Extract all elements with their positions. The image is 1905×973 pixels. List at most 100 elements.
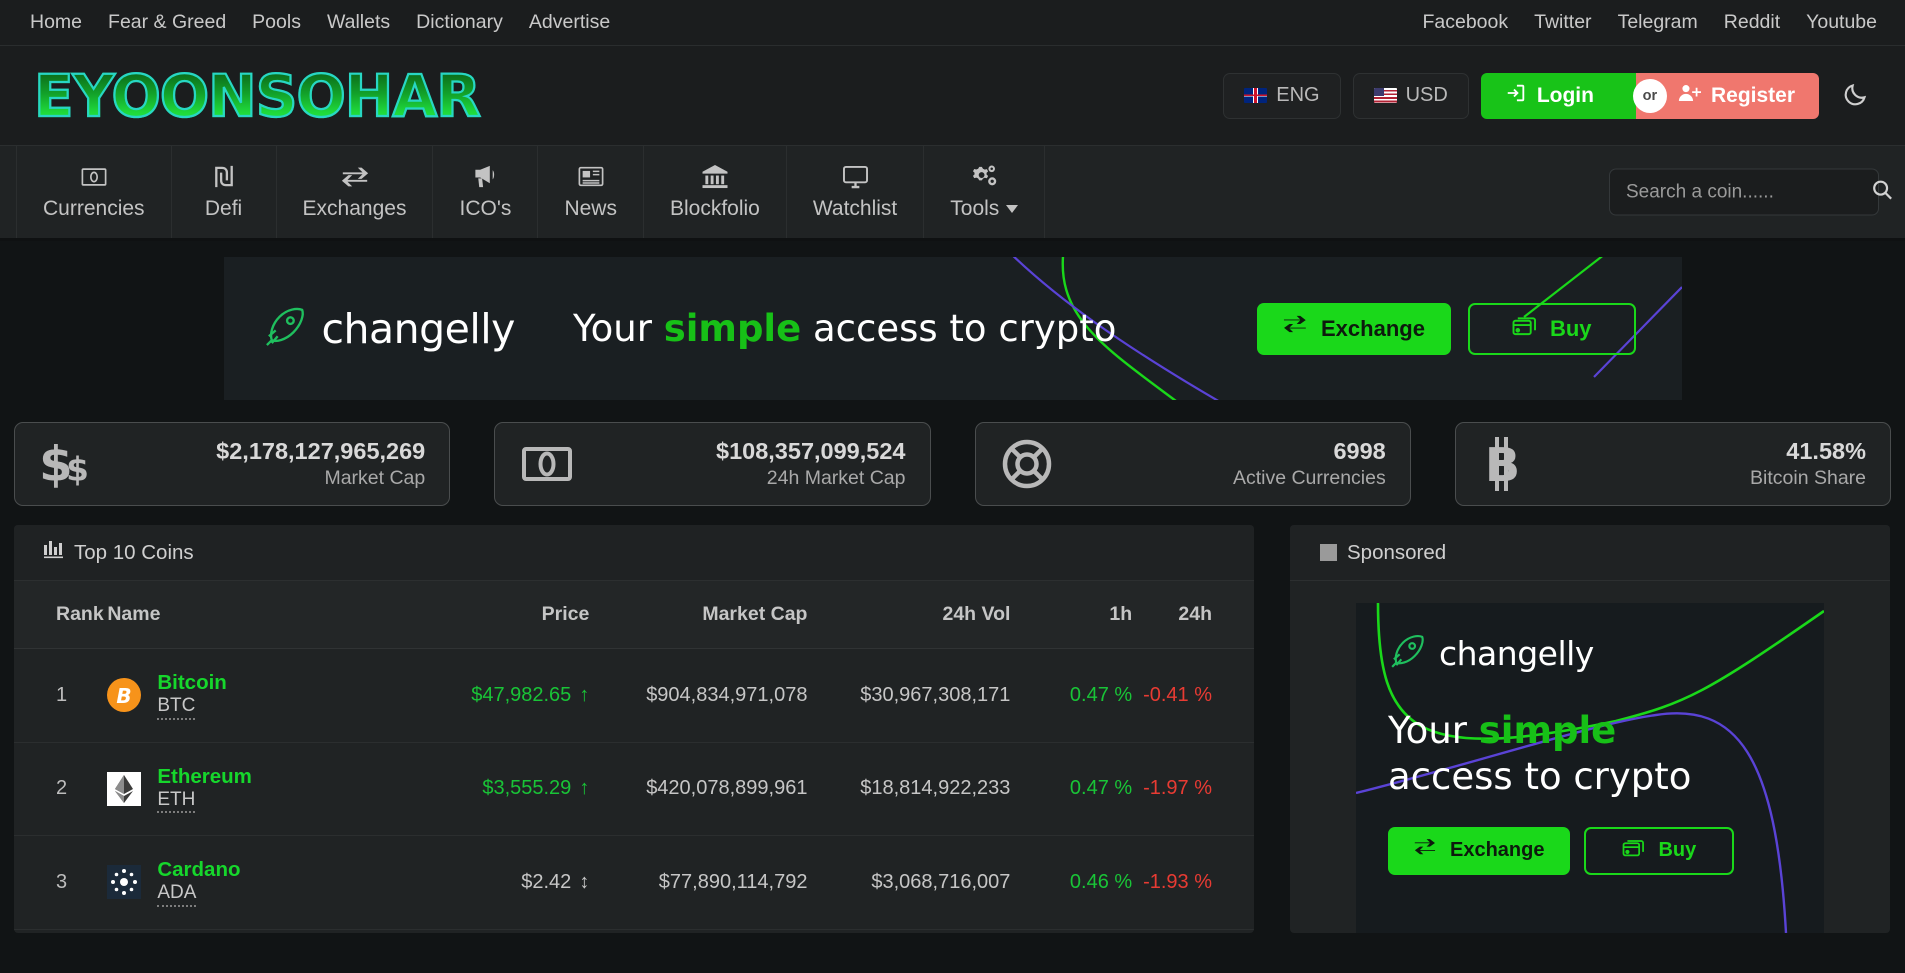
- column-header-rank[interactable]: Rank: [14, 581, 108, 649]
- social-link-facebook[interactable]: Facebook: [1422, 11, 1521, 34]
- cell-price: $3,555.29 ↑: [412, 742, 589, 836]
- search-input[interactable]: [1626, 181, 1871, 203]
- coin-name[interactable]: Ethereum: [157, 765, 252, 789]
- money-bill-icon: [521, 443, 573, 485]
- ad-tagline-accent: simple: [1478, 709, 1617, 752]
- coin-symbol: BTC: [157, 695, 196, 720]
- square-icon: [1320, 544, 1337, 561]
- banner-buy-button[interactable]: Buy: [1467, 302, 1636, 355]
- table-row[interactable]: 2 Ethereum ETH $3,555.29 ↑ $420,078,899,…: [14, 742, 1254, 836]
- top-link-fear-greed[interactable]: Fear & Greed: [95, 11, 239, 34]
- changelly-banner[interactable]: changelly Your simple access to crypto E…: [223, 257, 1682, 400]
- social-link-twitter[interactable]: Twitter: [1521, 11, 1604, 34]
- social-link-telegram[interactable]: Telegram: [1605, 11, 1711, 34]
- ad-tagline: Your simple access to crypto: [1388, 708, 1792, 801]
- nav-item-currencies[interactable]: Currencies: [16, 146, 172, 238]
- column-header-24h-vol[interactable]: 24h Vol: [807, 581, 1011, 649]
- cell-change-1h: 0.46 %: [1069, 870, 1133, 893]
- ad-buttons: Exchange Buy: [1388, 826, 1792, 875]
- coin-name[interactable]: Cardano: [157, 858, 240, 882]
- top-link-dictionary[interactable]: Dictionary: [403, 11, 516, 34]
- stat-value-bitcoin-share: 41.58%: [1786, 437, 1866, 464]
- nav-item-watchlist[interactable]: Watchlist: [787, 146, 925, 238]
- cell-market-cap: $420,078,899,961: [646, 777, 808, 800]
- or-separator: or: [1632, 78, 1667, 113]
- site-header: EYOONSOHAR ENG USD Login or Register: [0, 46, 1905, 145]
- ad-buy-button[interactable]: Buy: [1584, 826, 1735, 875]
- coin-symbol: ETH: [157, 789, 196, 814]
- moon-icon: [1842, 81, 1869, 111]
- top-link-wallets[interactable]: Wallets: [314, 11, 403, 34]
- stat-label-24h-market-cap: 24h Market Cap: [766, 466, 906, 489]
- language-selector[interactable]: ENG: [1223, 72, 1341, 119]
- uk-flag-icon: [1244, 88, 1268, 103]
- site-logo[interactable]: EYOONSOHAR: [33, 65, 482, 125]
- cardano-coin-icon: [107, 865, 142, 900]
- column-header-1h[interactable]: 1h: [1010, 581, 1133, 649]
- cell-price: $47,982.65 ↑: [412, 649, 590, 743]
- ad-exchange-button[interactable]: Exchange: [1388, 826, 1571, 875]
- nav-label-defi: Defi: [204, 196, 243, 220]
- table-row[interactable]: 1 B Bitcoin BTC $47,982.65 ↑ $904,834,97…: [14, 649, 1254, 743]
- cell-change-24h: -0.41 %: [1143, 683, 1212, 706]
- stat-value-24h-market-cap: $108,357,099,524: [716, 437, 906, 464]
- top-link-advertise[interactable]: Advertise: [516, 11, 623, 34]
- changelly-ad[interactable]: changelly Your simple access to crypto E…: [1356, 603, 1824, 933]
- top-link-home[interactable]: Home: [30, 11, 95, 34]
- arrow-up-icon: ↑: [579, 683, 590, 706]
- ad-exchange-label: Exchange: [1450, 839, 1545, 861]
- column-header-name[interactable]: Name: [107, 581, 412, 649]
- stat-label-bitcoin-share: Bitcoin Share: [1750, 466, 1866, 489]
- ethereum-coin-icon: [107, 771, 142, 806]
- social-links: Facebook Twitter Telegram Reddit Youtube: [1422, 11, 1877, 34]
- ad-changelly-logo: changelly: [1388, 631, 1792, 676]
- chart-bar-icon: [44, 540, 64, 565]
- top-coins-panel: Top 10 Coins Rank Name Price Market Cap …: [14, 525, 1254, 933]
- nav-item-blockfolio[interactable]: Blockfolio: [644, 146, 787, 238]
- bitcoin-coin-icon: B: [107, 678, 142, 713]
- social-link-youtube[interactable]: Youtube: [1793, 11, 1877, 34]
- nav-item-defi[interactable]: Defi: [172, 146, 277, 238]
- column-header-market-cap[interactable]: Market Cap: [589, 581, 808, 649]
- login-button[interactable]: Login: [1480, 72, 1636, 119]
- cell-change-24h: -1.93 %: [1143, 870, 1212, 893]
- arrow-updown-icon: ↕: [579, 870, 590, 893]
- auth-button-group: Login or Register: [1480, 72, 1819, 119]
- banner-buy-label: Buy: [1549, 315, 1592, 341]
- svg-text:B: B: [117, 684, 132, 708]
- nav-item-exchanges[interactable]: Exchanges: [277, 146, 434, 238]
- login-label: Login: [1536, 83, 1594, 107]
- banner-exchange-button[interactable]: Exchange: [1257, 302, 1451, 355]
- social-link-reddit[interactable]: Reddit: [1711, 11, 1793, 34]
- ad-tagline-post: access to crypto: [1388, 755, 1692, 799]
- cell-24h-vol: $3,068,716,007: [871, 870, 1011, 893]
- cell-rank: 3: [56, 870, 68, 893]
- changelly-wordmark: changelly: [321, 304, 516, 353]
- top-link-pools[interactable]: Pools: [239, 11, 314, 34]
- dollar-signs-icon: $ $: [41, 438, 97, 490]
- banner-exchange-label: Exchange: [1321, 315, 1425, 341]
- coin-name[interactable]: Bitcoin: [157, 671, 226, 695]
- column-header-price[interactable]: Price: [411, 581, 590, 649]
- currency-selector[interactable]: USD: [1352, 72, 1469, 119]
- nav-item-news[interactable]: News: [538, 146, 644, 238]
- top-utility-bar: Home Fear & Greed Pools Wallets Dictiona…: [0, 0, 1905, 46]
- top-coins-title: Top 10 Coins: [74, 540, 194, 564]
- top-coins-header: Top 10 Coins: [14, 525, 1254, 581]
- search-icon[interactable]: [1871, 179, 1893, 206]
- shekel-sign-icon: [213, 164, 235, 190]
- coin-search[interactable]: [1609, 168, 1892, 216]
- banner-tagline-pre: Your: [572, 307, 664, 350]
- newspaper-icon: [578, 164, 604, 190]
- bullhorn-icon: [472, 164, 498, 190]
- header-actions: ENG USD Login or Register: [1223, 72, 1879, 119]
- table-row[interactable]: 3 Cardano ADA $2.42 ↕ $77,890,114,792 $3…: [14, 836, 1254, 930]
- coin-symbol: ADA: [157, 882, 197, 907]
- banner-tagline: Your simple access to crypto: [573, 307, 1116, 350]
- desktop-icon: [842, 164, 869, 190]
- column-header-24h[interactable]: 24h: [1132, 581, 1254, 649]
- nav-item-icos[interactable]: ICO's: [433, 146, 539, 238]
- dark-mode-toggle[interactable]: [1831, 72, 1879, 119]
- stat-card-24h-market-cap: $108,357,099,524 24h Market Cap: [494, 422, 931, 506]
- nav-item-tools[interactable]: Tools: [924, 146, 1046, 238]
